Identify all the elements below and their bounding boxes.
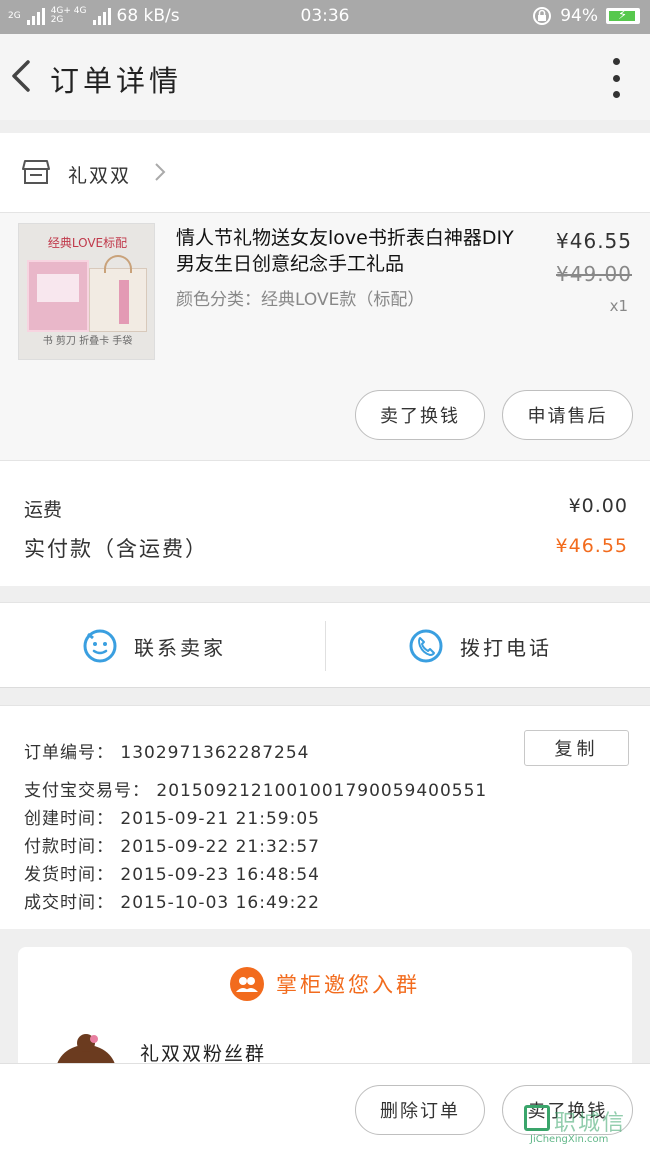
more-options-icon[interactable] — [610, 58, 622, 98]
product-thumbnail[interactable]: 经典LOVE标配 书 剪刀 折叠卡 手袋 — [18, 223, 155, 360]
order-item[interactable]: 经典LOVE标配 书 剪刀 折叠卡 手袋 情人节礼物送女友love书折表白神器D… — [0, 213, 650, 460]
store-icon — [22, 160, 50, 184]
contact-bar: 联系卖家 拨打电话 — [0, 602, 650, 688]
thumb-top-text: 经典LOVE标配 — [47, 236, 128, 250]
order-info: 订单编号： 1302971362287254 复制 支付宝交易号： 201509… — [0, 705, 650, 929]
alipay-trade-number: 支付宝交易号： 2015092121001001790059400551 — [24, 781, 488, 801]
apply-after-sale-button[interactable]: 申请售后 — [502, 390, 633, 440]
sell-for-cash-button[interactable]: 卖了换钱 — [355, 390, 485, 440]
completed-time: 成交时间： 2015-10-03 16:49:22 — [24, 893, 320, 913]
watermark-logo-icon — [524, 1105, 550, 1131]
call-phone-button[interactable]: 拨打电话 — [408, 603, 552, 689]
group-invite-header: 掌柜邀您入群 — [18, 967, 632, 1001]
total-label: 实付款（含运费） — [24, 537, 208, 561]
contact-divider — [325, 621, 326, 671]
battery-icon: ⚡ — [606, 8, 640, 24]
thumb-bottom-text: 书 剪刀 折叠卡 手袋 — [42, 336, 133, 347]
page-title: 订单详情 — [50, 64, 183, 98]
group-invite-title: 掌柜邀您入群 — [276, 973, 420, 997]
chevron-right-icon — [155, 163, 166, 181]
created-time: 创建时间： 2015-09-21 21:59:05 — [24, 809, 320, 829]
watermark-text: 职城信 — [554, 1111, 627, 1136]
product-quantity: x1 — [609, 297, 628, 315]
call-phone-label: 拨打电话 — [460, 635, 552, 660]
battery-percent: 94% — [560, 6, 598, 26]
thumb-book-box — [27, 260, 89, 332]
back-arrow-icon[interactable] — [6, 56, 42, 96]
rotation-lock-icon — [533, 7, 552, 25]
order-number: 订单编号： 1302971362287254 — [24, 743, 310, 763]
shop-name[interactable]: 礼双双 — [68, 161, 131, 188]
watermark-url: JiChengXin.com — [530, 1134, 609, 1145]
product-spec: 颜色分类：经典LOVE款（标配） — [176, 290, 425, 310]
thumb-gift-bag — [89, 255, 147, 332]
shop-row[interactable]: 礼双双 — [0, 133, 650, 213]
group-icon — [230, 967, 264, 1001]
product-original-price: ¥49.00 — [556, 262, 632, 286]
product-price: ¥46.55 — [556, 229, 632, 253]
contact-seller-label: 联系卖家 — [134, 635, 226, 660]
chat-bubble-icon — [83, 629, 117, 663]
thumb-tower — [119, 280, 129, 324]
fee-summary: 运费 ¥0.00 实付款（含运费） ¥46.55 — [0, 460, 650, 586]
phone-icon — [409, 629, 443, 663]
status-bar: 2G 4G+ 4G 2G 68 kB/s 03:36 94% ⚡ — [0, 0, 650, 34]
watermark: 职城信 JiChengXin.com — [524, 1105, 644, 1145]
shipping-label: 运费 — [24, 499, 63, 521]
delete-order-button[interactable]: 删除订单 — [355, 1085, 485, 1135]
group-name[interactable]: 礼双双粉丝群 — [140, 1039, 266, 1066]
total-value: ¥46.55 — [555, 535, 628, 557]
shipping-value: ¥0.00 — [568, 495, 628, 517]
product-name[interactable]: 情人节礼物送女友love书折表白神器DIY男友生日创意纪念手工礼品 — [176, 225, 528, 277]
copy-button[interactable]: 复制 — [524, 730, 629, 766]
nav-header: 订单详情 — [0, 34, 650, 120]
paid-time: 付款时间： 2015-09-22 21:32:57 — [24, 837, 320, 857]
contact-seller-button[interactable]: 联系卖家 — [82, 603, 226, 689]
shipped-time: 发货时间： 2015-09-23 16:48:54 — [24, 865, 320, 885]
